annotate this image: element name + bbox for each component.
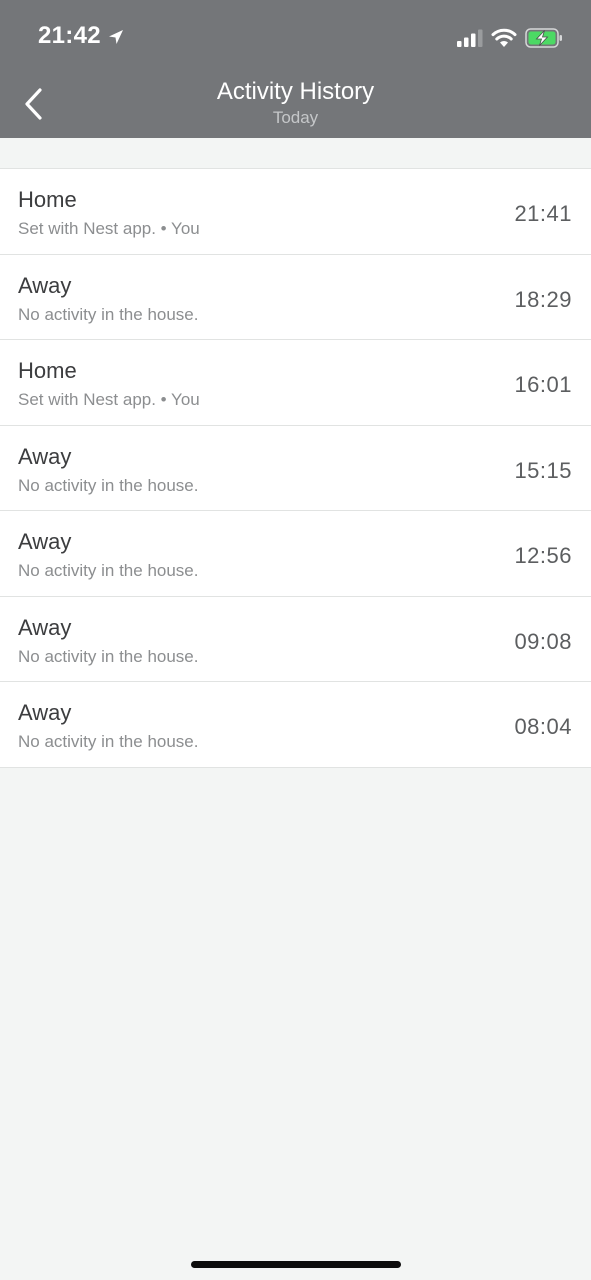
page-subtitle: Today bbox=[272, 108, 319, 127]
activity-subtitle: No activity in the house. bbox=[18, 475, 199, 495]
status-bar-time: 21:42 bbox=[38, 22, 125, 50]
activity-title: Away bbox=[18, 700, 72, 725]
activity-title: Home bbox=[18, 187, 77, 212]
activity-list: Home Set with Nest app. • You 21:41 Away… bbox=[0, 168, 591, 768]
activity-subtitle: Set with Nest app. • You bbox=[18, 219, 200, 238]
activity-time: 21:41 bbox=[514, 201, 572, 226]
activity-subtitle: No activity in the house. bbox=[18, 646, 199, 666]
status-bar-indicators bbox=[457, 26, 563, 50]
status-time-label: 21:42 bbox=[38, 22, 101, 49]
activity-time: 09:08 bbox=[514, 628, 572, 654]
activity-time: 18:29 bbox=[514, 286, 572, 312]
wifi-icon bbox=[491, 28, 517, 47]
battery-charging-icon bbox=[525, 28, 562, 48]
activity-title: Home bbox=[18, 358, 77, 383]
activity-time: 08:04 bbox=[514, 714, 572, 739]
page-title: Activity History bbox=[216, 78, 375, 105]
location-arrow-icon bbox=[108, 29, 123, 44]
activity-history-screen: 21:42 Activity History Today Home Set wi… bbox=[0, 0, 591, 1280]
activity-subtitle: No activity in the house. bbox=[18, 561, 199, 580]
activity-title: Away bbox=[18, 614, 72, 640]
activity-row[interactable]: Home Set with Nest app. • You 16:01 bbox=[0, 340, 591, 426]
home-indicator[interactable] bbox=[191, 1261, 401, 1268]
activity-title: Away bbox=[18, 529, 72, 554]
activity-row[interactable]: Away No activity in the house. 18:29 bbox=[0, 255, 591, 340]
activity-subtitle: No activity in the house. bbox=[18, 732, 199, 751]
activity-time: 16:01 bbox=[514, 372, 572, 397]
activity-row[interactable]: Away No activity in the house. 15:15 bbox=[0, 426, 591, 511]
header: 21:42 Activity History Today bbox=[0, 0, 591, 138]
activity-row[interactable]: Away No activity in the house. 12:56 bbox=[0, 511, 591, 597]
activity-time: 12:56 bbox=[514, 543, 572, 568]
activity-title: Away bbox=[18, 443, 72, 469]
signal-icon bbox=[457, 29, 483, 47]
activity-time: 15:15 bbox=[514, 457, 572, 483]
activity-subtitle: No activity in the house. bbox=[18, 304, 199, 324]
activity-subtitle: Set with Nest app. • You bbox=[18, 390, 200, 409]
activity-title: Away bbox=[18, 272, 72, 298]
activity-row[interactable]: Away No activity in the house. 09:08 bbox=[0, 597, 591, 682]
activity-row[interactable]: Away No activity in the house. 08:04 bbox=[0, 682, 591, 768]
activity-row[interactable]: Home Set with Nest app. • You 21:41 bbox=[0, 169, 591, 255]
